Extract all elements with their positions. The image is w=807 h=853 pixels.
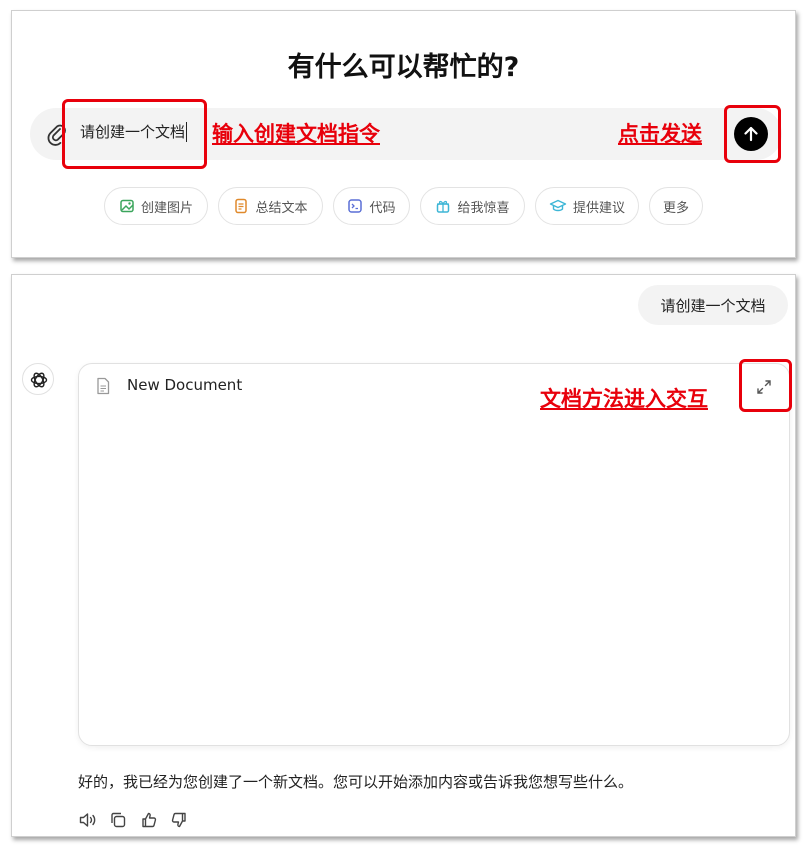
input-annotation: 输入创建文档指令 [212, 122, 380, 146]
document-icon [96, 377, 110, 399]
page-title: 有什么可以帮忙的? [287, 52, 520, 83]
assistant-reply: 好的，我已经为您创建了一个新文档。您可以开始添加内容或告诉我您想写些什么。 [78, 773, 634, 791]
chip-surprise-me[interactable]: 给我惊喜 [420, 187, 525, 225]
thumbs-down-icon[interactable] [170, 811, 188, 833]
send-highlight [724, 105, 781, 163]
gift-icon [437, 200, 450, 213]
openai-logo-icon [30, 372, 48, 388]
chip-more[interactable]: 更多 [649, 187, 703, 225]
home-panel: 有什么可以帮忙的? 请创建一个文档 输入创建文档指令 点击发送 创建图片 总结文… [11, 10, 796, 258]
terminal-icon [348, 199, 363, 213]
thumbs-up-icon[interactable] [140, 811, 158, 833]
expand-highlight [739, 359, 792, 412]
chip-create-image[interactable]: 创建图片 [104, 187, 208, 225]
chip-code[interactable]: 代码 [333, 187, 410, 225]
input-highlight [62, 99, 207, 169]
document-annotation: 文档方法进入交互 [540, 387, 708, 411]
chip-summarize-text[interactable]: 总结文本 [218, 187, 323, 225]
conversation-panel: 请创建一个文档 New Document 文档方法进入交互 好的，我已经为您创建… [11, 274, 796, 837]
document-title: New Document [127, 376, 243, 394]
assistant-avatar [22, 363, 54, 395]
send-annotation: 点击发送 [618, 122, 702, 146]
document-card[interactable]: New Document [78, 363, 790, 746]
chip-give-advice[interactable]: 提供建议 [535, 187, 639, 225]
image-icon [120, 199, 134, 213]
speaker-icon[interactable] [78, 811, 98, 833]
user-message-bubble: 请创建一个文档 [638, 285, 788, 325]
document-icon [235, 198, 248, 214]
copy-icon[interactable] [109, 811, 127, 833]
graduation-cap-icon [549, 199, 567, 212]
